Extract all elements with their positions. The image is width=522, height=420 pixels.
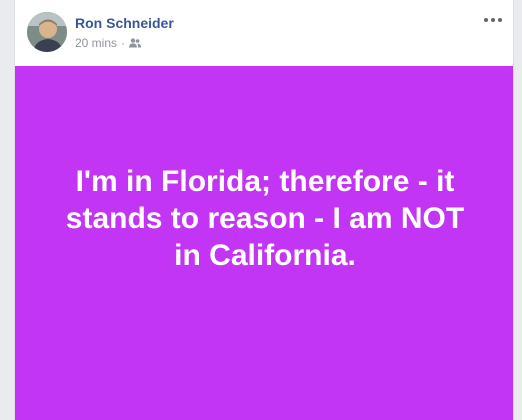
- meta-separator: ·: [121, 36, 126, 50]
- post-header: Ron Schneider 20 mins ·: [15, 0, 513, 66]
- post-text: I'm in Florida; therefore - it stands to…: [65, 164, 465, 272]
- post-meta: 20 mins ·: [75, 36, 142, 50]
- friends-icon[interactable]: [129, 38, 142, 48]
- more-options-icon[interactable]: [481, 12, 505, 28]
- timestamp[interactable]: 20 mins: [75, 36, 117, 50]
- author-name[interactable]: Ron Schneider: [75, 15, 174, 31]
- avatar[interactable]: [27, 12, 67, 52]
- post-background: I'm in Florida; therefore - it stands to…: [15, 66, 513, 420]
- post-card: Ron Schneider 20 mins · I'm in Florida; …: [14, 0, 514, 420]
